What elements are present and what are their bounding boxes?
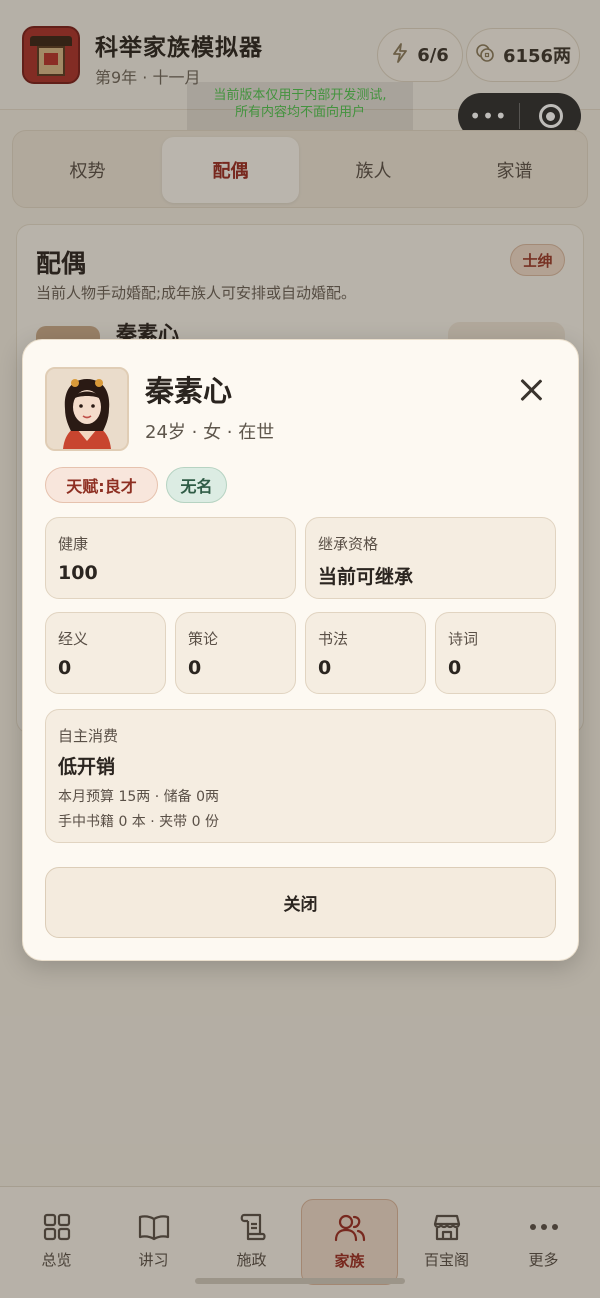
health-stat: 健康 100 xyxy=(45,517,296,599)
character-detail-modal: 秦素心 24岁 · 女 · 在世 天赋:良才 无名 健康 100 继承资格 当前… xyxy=(22,339,579,961)
budget-line: 本月预算 15两 · 储备 0两 xyxy=(58,789,219,805)
skill-classics: 经义 0 xyxy=(45,612,166,694)
talent-tag: 天赋:良才 xyxy=(45,467,158,503)
fame-tag: 无名 xyxy=(166,467,227,503)
spending-level: 低开销 xyxy=(58,756,116,778)
close-icon[interactable] xyxy=(515,374,547,406)
character-portrait xyxy=(45,367,129,451)
character-meta: 24岁 · 女 · 在世 xyxy=(145,422,275,443)
books-line: 手中书籍 0 本 · 夹带 0 份 xyxy=(58,814,219,830)
inheritance-value: 当前可继承 xyxy=(318,566,414,588)
skill-policy-essay: 策论 0 xyxy=(175,612,296,694)
spending-panel: 自主消费 低开销 本月预算 15两 · 储备 0两 手中书籍 0 本 · 夹带 … xyxy=(45,709,556,843)
skill-calligraphy: 书法 0 xyxy=(305,612,426,694)
close-button[interactable]: 关闭 xyxy=(45,867,556,938)
inheritance-stat: 继承资格 当前可继承 xyxy=(305,517,556,599)
health-value: 100 xyxy=(58,562,98,584)
skill-poetry: 诗词 0 xyxy=(435,612,556,694)
character-name: 秦素心 xyxy=(145,374,233,408)
